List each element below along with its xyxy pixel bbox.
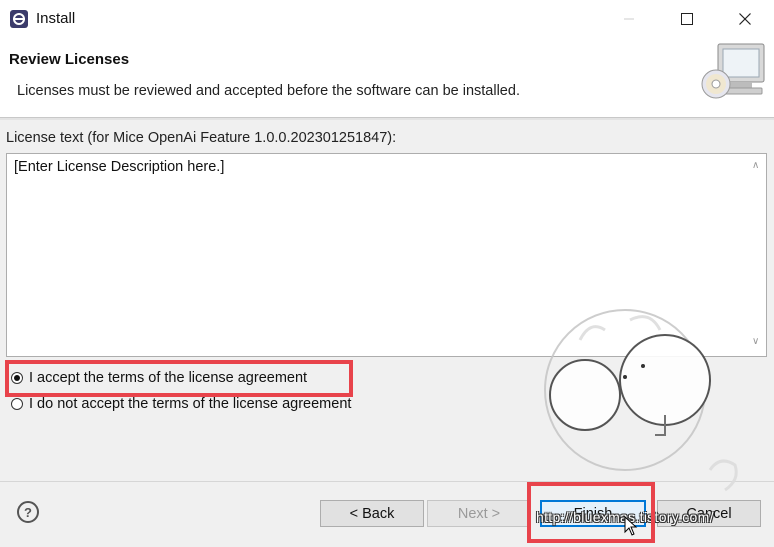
license-text-label: License text (for Mice OpenAi Feature 1.… <box>6 130 397 146</box>
title-bar: Install <box>0 0 774 38</box>
footer-separator <box>0 481 774 482</box>
install-computer-cd-icon <box>701 43 765 99</box>
minimize-button[interactable] <box>600 0 658 38</box>
decline-radio-button[interactable] <box>11 398 23 410</box>
scroll-down-icon[interactable]: ∨ <box>752 336 759 347</box>
header-separator <box>0 117 774 120</box>
maximize-icon <box>681 13 693 25</box>
maximize-button[interactable] <box>658 0 716 38</box>
decline-license-option[interactable]: I do not accept the terms of the license… <box>11 396 351 412</box>
license-text-area[interactable]: [Enter License Description here.] ∧ ∨ <box>6 153 767 357</box>
back-button[interactable]: < Back <box>320 500 424 527</box>
license-description: [Enter License Description here.] <box>14 159 225 175</box>
window-title: Install <box>36 10 76 27</box>
close-button[interactable] <box>716 0 774 38</box>
mouse-cursor-icon <box>624 516 638 536</box>
next-button[interactable]: Next > <box>427 500 531 527</box>
close-icon <box>739 13 751 25</box>
scroll-up-icon[interactable]: ∧ <box>752 160 759 171</box>
license-scrollbar[interactable]: ∧ ∨ <box>747 154 766 356</box>
wizard-header: Review Licenses Licenses must be reviewe… <box>0 38 774 117</box>
eclipse-app-icon <box>10 10 28 28</box>
accept-highlight-box <box>5 360 353 397</box>
page-title: Review Licenses <box>9 51 130 68</box>
page-description: Licenses must be reviewed and accepted b… <box>17 83 520 99</box>
minimize-icon <box>624 18 634 20</box>
decline-radio-label: I do not accept the terms of the license… <box>29 396 352 412</box>
help-button[interactable]: ? <box>17 501 39 523</box>
